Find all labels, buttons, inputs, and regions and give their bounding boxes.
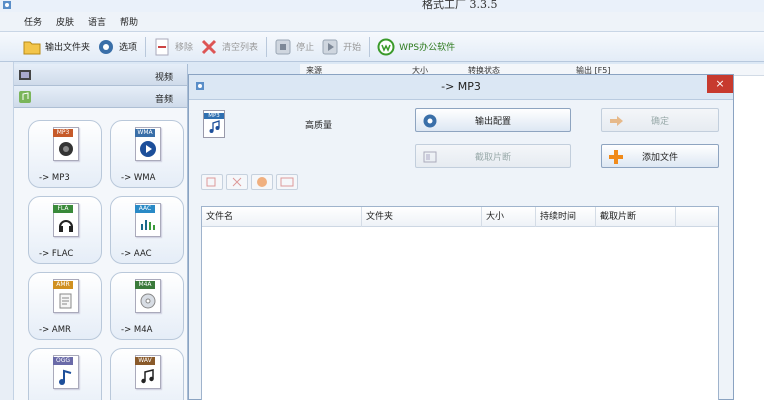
col-filename[interactable]: 文件名 <box>202 207 362 227</box>
format-tile-flac[interactable]: FLA -> FLAC <box>28 196 102 264</box>
delete-file-icon[interactable] <box>226 174 248 190</box>
add-file-button[interactable]: 添加文件 <box>601 144 719 168</box>
menu-language[interactable]: 语言 <box>88 15 106 28</box>
output-config-label: 输出配置 <box>474 116 511 127</box>
folder-icon <box>22 37 42 57</box>
format-tile-m4a[interactable]: M4A -> M4A <box>110 272 184 340</box>
convert-dialog: -> MP3 × MP3 高质量 输出配置 确定 截取片断 添加文件 文件名 文… <box>188 74 734 400</box>
start-button[interactable]: 开始 <box>320 35 361 59</box>
doc-icon <box>57 292 75 310</box>
window-title: 格式工厂 3.3.5 <box>422 0 498 11</box>
disc-icon <box>139 292 157 310</box>
file-action-icons <box>201 174 298 190</box>
format-sidebar: 视频 音频 MP3 -> MP3 WMA -> WMA FLA -> FLAC … <box>14 64 188 400</box>
col-clip[interactable]: 截取片断 <box>596 207 676 227</box>
menu-help[interactable]: 帮助 <box>120 15 138 28</box>
clear-icon <box>199 37 219 57</box>
col-duration[interactable]: 持续时间 <box>536 207 596 227</box>
format-tag: MP3 <box>53 129 73 137</box>
export-icon[interactable] <box>201 174 223 190</box>
options-button[interactable]: 选项 <box>96 35 137 59</box>
start-label: 开始 <box>343 43 362 53</box>
options-label: 选项 <box>119 43 138 53</box>
format-label: -> AAC <box>121 249 152 259</box>
add-file-label: 添加文件 <box>641 152 678 163</box>
notes-icon <box>139 368 157 386</box>
dialog-titlebar: -> MP3 × <box>189 75 733 99</box>
format-label: -> WMA <box>121 173 156 183</box>
media-info-icon[interactable] <box>276 174 298 190</box>
clip-button[interactable]: 截取片断 <box>415 144 571 168</box>
format-tile-wma[interactable]: WMA -> WMA <box>110 120 184 188</box>
menu-task[interactable]: 任务 <box>24 15 42 28</box>
format-tile-wav[interactable]: WAV <box>110 348 184 400</box>
menu-skin[interactable]: 皮肤 <box>56 15 74 28</box>
left-edge-strip <box>0 62 14 400</box>
format-tag: AMR <box>53 281 73 289</box>
format-label: -> M4A <box>121 325 153 335</box>
toolbar-divider <box>145 36 147 57</box>
format-tile-aac[interactable]: AAC -> AAC <box>110 196 184 264</box>
output-folder-label: 输出文件夹 <box>45 43 91 53</box>
format-label: -> FLAC <box>39 249 74 259</box>
wps-button[interactable]: WPS办公软件 <box>376 35 455 59</box>
play-icon <box>139 140 157 158</box>
remove-icon <box>152 37 172 57</box>
output-folder-button[interactable]: 输出文件夹 <box>22 35 90 59</box>
remove-button[interactable]: 移除 <box>152 35 193 59</box>
format-tag: OGG <box>53 357 73 365</box>
file-table: 文件名 文件夹 大小 持续时间 截取片断 <box>201 206 719 400</box>
quality-label: 高质量 <box>305 121 333 131</box>
col-size[interactable]: 大小 <box>482 207 536 227</box>
format-label: -> MP3 <box>39 173 70 183</box>
format-tag: AAC <box>135 205 155 213</box>
mp3-format-icon: MP3 <box>203 110 225 138</box>
app-titlebar: 格式工厂 3.3.5 <box>0 0 764 12</box>
ok-button[interactable]: 确定 <box>601 108 719 132</box>
toolbar: 输出文件夹 选项 移除 清空列表 停止 开始 WPS办公软件 <box>0 32 764 62</box>
dialog-title: -> MP3 <box>441 80 481 93</box>
stop-label: 停止 <box>296 43 315 53</box>
waveform-icon <box>139 216 157 234</box>
format-tile-amr[interactable]: AMR -> AMR <box>28 272 102 340</box>
play-preview-icon[interactable] <box>251 174 273 190</box>
category-video[interactable]: 视频 <box>14 64 187 86</box>
note-icon <box>57 368 75 386</box>
file-table-header: 文件名 文件夹 大小 持续时间 截取片断 <box>202 207 718 227</box>
stop-button[interactable]: 停止 <box>273 35 314 59</box>
format-tag: WMA <box>135 129 155 137</box>
wps-icon <box>376 37 396 57</box>
dialog-body: MP3 高质量 输出配置 确定 截取片断 添加文件 文件名 文件夹 大小 持续时… <box>189 99 733 400</box>
output-config-button[interactable]: 输出配置 <box>415 108 571 132</box>
category-audio-label: 音频 <box>154 95 173 105</box>
close-button[interactable]: × <box>707 75 733 93</box>
headphones-icon <box>57 216 75 234</box>
format-tag: FLA <box>53 205 73 213</box>
clear-list-label: 清空列表 <box>222 43 259 53</box>
music-icon <box>18 90 32 104</box>
format-tag: M4A <box>135 281 155 289</box>
category-audio[interactable]: 音频 <box>14 86 187 108</box>
gear-icon <box>96 37 116 57</box>
toolbar-divider <box>266 36 268 57</box>
remove-label: 移除 <box>175 43 194 53</box>
category-video-label: 视频 <box>154 73 173 83</box>
clear-list-button[interactable]: 清空列表 <box>199 35 258 59</box>
clip-label: 截取片断 <box>474 152 511 163</box>
ok-label: 确定 <box>650 116 669 127</box>
format-tag: WAV <box>135 357 155 365</box>
stop-icon <box>273 37 293 57</box>
film-icon <box>18 68 32 82</box>
app-icon <box>2 0 12 10</box>
menu-bar: 任务 皮肤 语言 帮助 <box>0 12 764 32</box>
audio-format-tiles: MP3 -> MP3 WMA -> WMA FLA -> FLAC AAC ->… <box>14 108 187 400</box>
col-folder[interactable]: 文件夹 <box>362 207 482 227</box>
format-label: -> AMR <box>39 325 71 335</box>
toolbar-divider <box>369 36 371 57</box>
format-tile-ogg[interactable]: OGG <box>28 348 102 400</box>
start-icon <box>320 37 340 57</box>
format-tile-mp3[interactable]: MP3 -> MP3 <box>28 120 102 188</box>
wps-label: WPS办公软件 <box>399 43 456 53</box>
speaker-icon <box>57 140 75 158</box>
